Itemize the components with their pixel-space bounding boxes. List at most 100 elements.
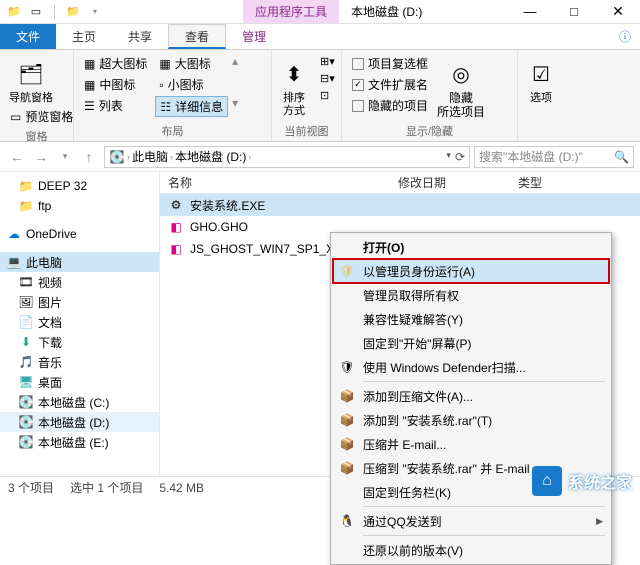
drive-icon: 💽	[18, 434, 34, 450]
videos-icon: 🎞	[18, 274, 34, 290]
rar-icon: 📦	[339, 388, 355, 404]
shield-icon: 🛡	[339, 263, 355, 279]
layout-medium[interactable]: ▦中图标	[80, 75, 151, 94]
forward-button[interactable]: →	[30, 146, 52, 168]
sort-icon: ⬍	[278, 58, 310, 90]
search-input[interactable]: 搜索"本地磁盘 (D:)" 🔍	[474, 146, 634, 168]
hide-button[interactable]: ◎ 隐藏所选项目	[436, 54, 486, 120]
drive-icon: 💽	[18, 414, 34, 430]
tree-downloads[interactable]: ⬇下载	[0, 332, 159, 352]
crumb-drive[interactable]: 本地磁盘 (D:)	[175, 148, 246, 165]
qat-props-icon[interactable]: ▭	[28, 4, 44, 20]
qq-icon: 🐧	[339, 513, 355, 529]
options-button[interactable]: ☑ 选项	[524, 54, 558, 105]
rar-icon: 📦	[339, 412, 355, 428]
tree-ftp[interactable]: 📁ftp	[0, 196, 159, 216]
ctx-defender[interactable]: 🛡 使用 Windows Defender扫描...	[333, 355, 609, 379]
ctx-pin-start[interactable]: 固定到"开始"屏幕(P)	[333, 331, 609, 355]
tree-documents[interactable]: 📄文档	[0, 312, 159, 332]
chk-extensions[interactable]: ✓文件扩展名	[348, 75, 432, 94]
ctx-admin-take[interactable]: 管理员取得所有权	[333, 283, 609, 307]
ctx-open[interactable]: 打开(O)	[333, 235, 609, 259]
qat-folder-icon[interactable]: 📁	[65, 4, 81, 20]
context-menu: 打开(O) 🛡 以管理员身份运行(A) 管理员取得所有权 兼容性疑难解答(Y) …	[330, 232, 612, 565]
tree-desktop[interactable]: 🖥桌面	[0, 372, 159, 392]
layout-xlarge[interactable]: ▦超大图标	[80, 54, 151, 73]
chk-checkboxes[interactable]: 项目复选框	[348, 54, 432, 73]
layout-small[interactable]: ▫小图标	[155, 75, 228, 94]
contextual-tab: 应用程序工具	[243, 0, 339, 23]
tree-d[interactable]: 💽本地磁盘 (D:)	[0, 412, 159, 432]
chk-hidden[interactable]: 隐藏的项目	[348, 96, 432, 115]
ribbon-help-icon[interactable]: ⓘ	[610, 24, 640, 49]
pictures-icon: 🖼	[18, 294, 34, 310]
file-item[interactable]: ⚙ 安装系统.EXE	[160, 194, 640, 216]
group-pane-label: 窗格	[6, 126, 67, 146]
window-title: 本地磁盘 (D:)	[351, 3, 422, 20]
current-opt2[interactable]: ⊟▾	[316, 71, 339, 86]
nav-tree[interactable]: 📁DEEP 32 📁ftp ☁OneDrive 💻此电脑 🎞视频 🖼图片 📄文档…	[0, 172, 160, 476]
tree-c[interactable]: 💽本地磁盘 (C:)	[0, 392, 159, 412]
layout-list[interactable]: ☰列表	[80, 96, 151, 115]
tab-file[interactable]: 文件	[0, 24, 56, 49]
close-button[interactable]: ✕	[596, 0, 640, 24]
hide-icon: ◎	[445, 58, 477, 90]
tab-manage[interactable]: 管理	[226, 24, 282, 49]
drive-icon: 💽	[18, 394, 34, 410]
maximize-button[interactable]: □	[552, 0, 596, 24]
tree-thispc[interactable]: 💻此电脑	[0, 252, 159, 272]
addr-dropdown-icon[interactable]: ▾	[446, 150, 451, 164]
status-selection: 选中 1 个项目	[70, 479, 143, 496]
minimize-button[interactable]: —	[508, 0, 552, 24]
music-icon: 🎵	[18, 354, 34, 370]
exe-icon: ⚙	[168, 197, 184, 213]
address-bar[interactable]: 💽 › 此电脑 › 本地磁盘 (D:) › ▾ ⟳	[104, 146, 470, 168]
ctx-runas-admin[interactable]: 🛡 以管理员身份运行(A)	[333, 259, 609, 283]
current-opt1[interactable]: ⊞▾	[316, 54, 339, 69]
options-icon: ☑	[525, 58, 557, 90]
up-button[interactable]: ↑	[78, 146, 100, 168]
tree-deep32[interactable]: 📁DEEP 32	[0, 176, 159, 196]
back-button[interactable]: ←	[6, 146, 28, 168]
ctx-troubleshoot[interactable]: 兼容性疑难解答(Y)	[333, 307, 609, 331]
tree-e[interactable]: 💽本地磁盘 (E:)	[0, 432, 159, 452]
status-size: 5.42 MB	[159, 481, 204, 495]
ctx-qq-send[interactable]: 🐧 通过QQ发送到 ▶	[333, 509, 609, 533]
group-showhide-label: 显示/隐藏	[348, 121, 511, 141]
ctx-add-archive[interactable]: 📦 添加到压缩文件(A)...	[333, 384, 609, 408]
preview-pane-button[interactable]: ▭预览窗格	[6, 107, 77, 126]
layout-large[interactable]: ▦大图标	[155, 54, 228, 73]
tab-share[interactable]: 共享	[112, 24, 168, 49]
nav-pane-button[interactable]: 🗂 导航窗格	[6, 54, 56, 105]
rar-icon: 📦	[339, 460, 355, 476]
search-icon: 🔍	[614, 150, 629, 164]
col-name[interactable]: 名称	[160, 174, 390, 191]
tree-videos[interactable]: 🎞视频	[0, 272, 159, 292]
layout-details[interactable]: ☷详细信息	[155, 96, 228, 117]
recent-dropdown[interactable]: ▾	[54, 146, 76, 168]
gho-icon: ◧	[168, 219, 184, 235]
gho-icon: ◧	[168, 241, 184, 257]
sort-button[interactable]: ⬍ 排序方式	[278, 54, 310, 118]
folder-icon: 📁	[18, 178, 34, 194]
ctx-email[interactable]: 📦 压缩并 E-mail...	[333, 432, 609, 456]
status-count: 3 个项目	[8, 479, 54, 496]
group-current-label: 当前视图	[278, 121, 335, 141]
col-date[interactable]: 修改日期	[390, 174, 510, 191]
col-type[interactable]: 类型	[510, 174, 551, 191]
refresh-icon[interactable]: ⟳	[455, 150, 465, 164]
nav-pane-icon: 🗂	[15, 58, 47, 90]
tree-pictures[interactable]: 🖼图片	[0, 292, 159, 312]
tree-music[interactable]: 🎵音乐	[0, 352, 159, 372]
tree-onedrive[interactable]: ☁OneDrive	[0, 224, 159, 244]
rar-icon: 📦	[339, 436, 355, 452]
tab-home[interactable]: 主页	[56, 24, 112, 49]
drive-icon: 💽	[109, 149, 125, 165]
qat-dropdown-icon[interactable]: ▾	[87, 4, 103, 20]
crumb-thispc[interactable]: 此电脑	[132, 148, 168, 165]
ctx-restore[interactable]: 还原以前的版本(V)	[333, 538, 609, 562]
group-layout-label: 布局	[80, 121, 265, 141]
ctx-add-rar[interactable]: 📦 添加到 "安装系统.rar"(T)	[333, 408, 609, 432]
tab-view[interactable]: 查看	[168, 24, 226, 49]
current-opt3[interactable]: ⊡	[316, 88, 339, 103]
